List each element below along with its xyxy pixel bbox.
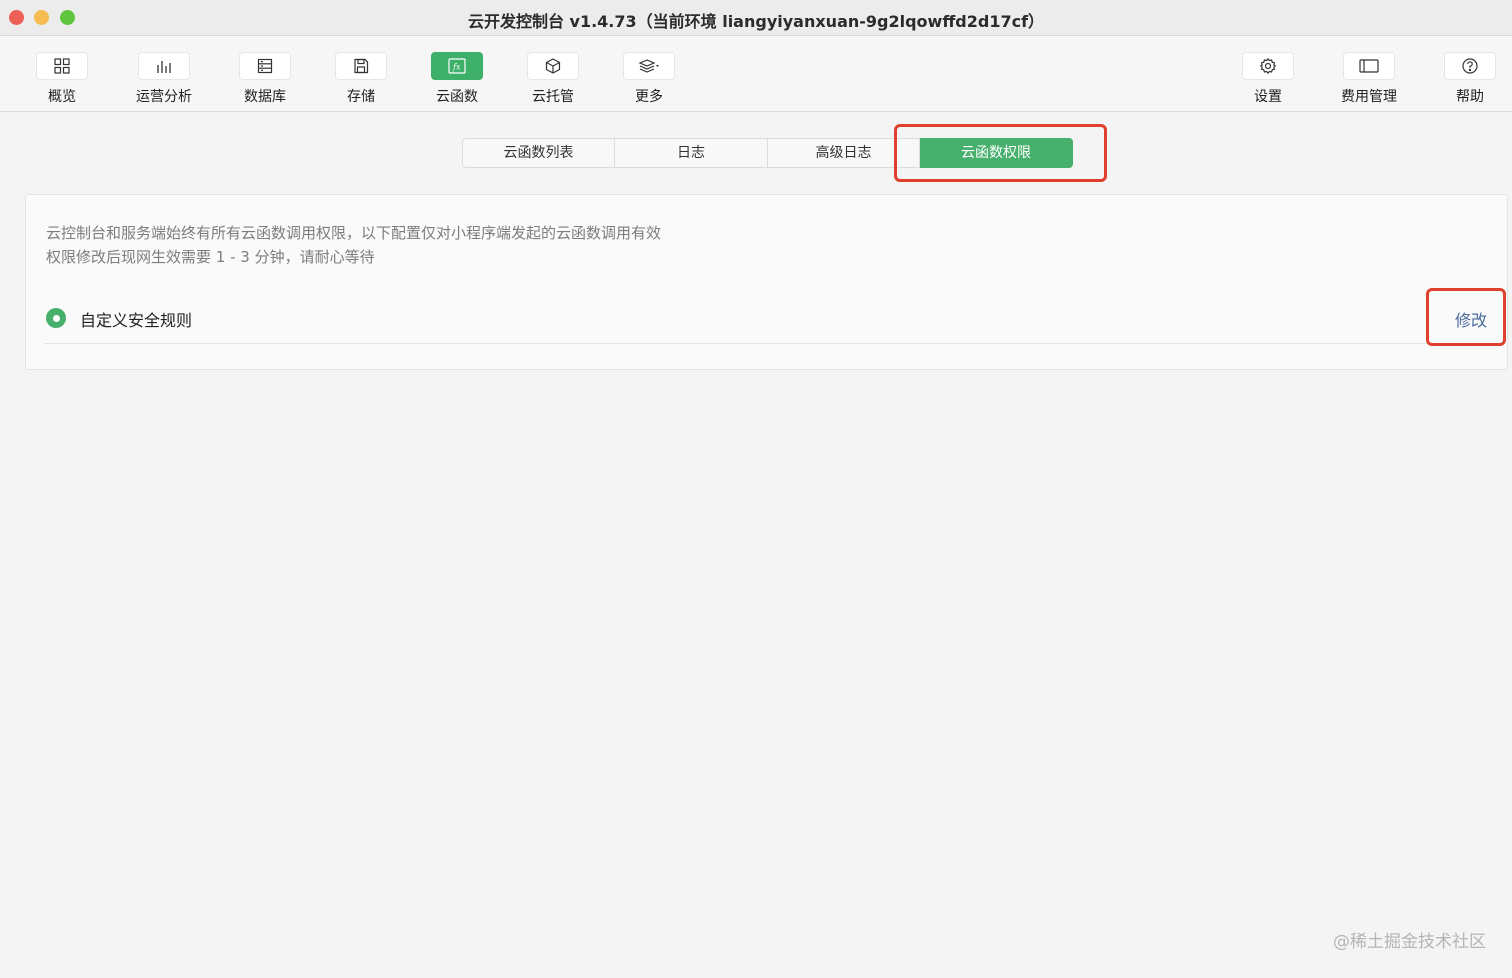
custom-rule-radio[interactable]: [46, 308, 66, 328]
toolbar-item-label: 数据库: [244, 89, 286, 105]
radio-dot: [52, 314, 60, 322]
bar-chart-icon: [157, 61, 171, 73]
permission-note: 权限修改后现网生效需要 1 - 3 分钟，请耐心等待: [46, 248, 375, 266]
panel-divider: [44, 343, 1487, 344]
toolbar-item-analytics[interactable]: 运营分析: [124, 52, 204, 106]
window-title: 云开发控制台 v1.4.73（当前环境 liangyiyanxuan-9g2lq…: [467, 12, 1045, 31]
help-icon: [1462, 58, 1478, 74]
billing-icon: [1359, 59, 1379, 73]
tab-logs[interactable]: 日志: [615, 138, 768, 168]
highlight-tab-box: [894, 124, 1107, 182]
window-titlebar: 云开发控制台 v1.4.73（当前环境 liangyiyanxuan-9g2lq…: [0, 0, 1512, 36]
main-toolbar: 概览 运营分析 数据库 存储 fx 云函数 云托管 更多 设置 费用管理 帮助: [0, 37, 1512, 112]
toolbar-item-label: 设置: [1254, 89, 1282, 105]
toolbar-item-label: 更多: [635, 89, 663, 105]
toolbar-item-more[interactable]: 更多: [609, 52, 689, 106]
toolbar-item-settings[interactable]: 设置: [1228, 52, 1308, 106]
save-icon: [354, 58, 369, 74]
custom-rule-label[interactable]: 自定义安全规则: [80, 307, 192, 331]
highlight-modify-box: [1426, 288, 1506, 346]
toolbar-item-billing[interactable]: 费用管理: [1329, 52, 1409, 106]
toolbar-item-cloud-function[interactable]: fx 云函数: [417, 52, 497, 106]
toolbar-item-label: 存储: [347, 89, 375, 105]
layers-icon: [638, 59, 659, 73]
toolbar-item-cloud-hosting[interactable]: 云托管: [513, 52, 593, 106]
toolbar-item-storage[interactable]: 存储: [321, 52, 401, 106]
toolbar-item-label: 云托管: [532, 89, 574, 105]
database-icon: [257, 58, 273, 74]
toolbar-item-overview[interactable]: 概览: [22, 52, 102, 106]
grid-icon: [54, 58, 70, 74]
watermark: @稀土掘金技术社区: [1333, 932, 1486, 952]
permission-panel: 云控制台和服务端始终有所有云函数调用权限，以下配置仅对小程序端发起的云函数调用有…: [25, 194, 1508, 370]
toolbar-item-label: 运营分析: [136, 89, 192, 105]
toolbar-item-label: 概览: [48, 89, 76, 105]
toolbar-item-database[interactable]: 数据库: [225, 52, 305, 106]
permission-description: 云控制台和服务端始终有所有云函数调用权限，以下配置仅对小程序端发起的云函数调用有…: [46, 224, 662, 242]
toolbar-item-label: 费用管理: [1341, 89, 1397, 105]
toolbar-item-label: 帮助: [1456, 89, 1484, 105]
function-icon: fx: [448, 58, 466, 74]
tab-function-list[interactable]: 云函数列表: [462, 138, 615, 168]
toolbar-item-help[interactable]: 帮助: [1430, 52, 1510, 106]
cube-icon: [545, 58, 561, 74]
toolbar-item-label: 云函数: [436, 89, 478, 105]
gear-icon: [1259, 57, 1277, 75]
svg-text:fx: fx: [452, 63, 461, 72]
